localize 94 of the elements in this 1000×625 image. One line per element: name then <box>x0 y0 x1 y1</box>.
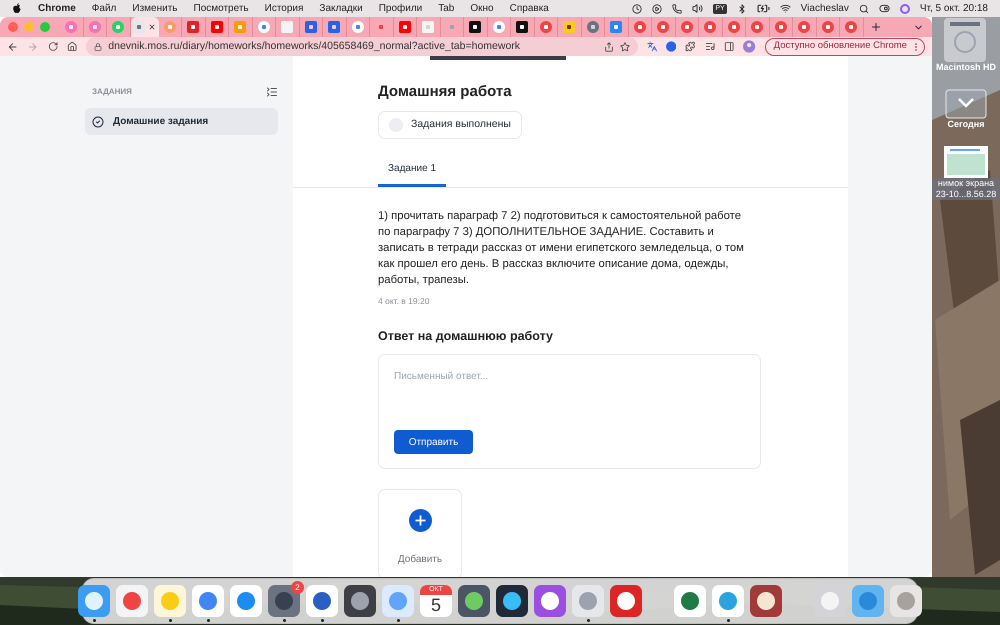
task-text: 1) прочитать параграф 7 2) подготовиться к самостоятельной работе по параграфу 7 3) ДОПОЛНИТЕЛЬНОЕ ЗАДАНИЕ. Составить и записать в тетради рассказ от имени египетского земледельца, о том как прошел его день. В рассказ включите описание дома, одежды, работы, трапезы. <box>378 208 745 288</box>
menu-item[interactable]: История <box>264 1 304 16</box>
lock-icon <box>94 42 102 50</box>
menu-clock[interactable]: Чт, 5 окт. 20:18 <box>920 1 988 16</box>
translate-icon[interactable] <box>646 41 658 52</box>
site-icon <box>610 21 622 33</box>
app-menu[interactable]: Chrome <box>38 1 76 16</box>
sidebar-item[interactable]: Домашние задания <box>85 108 278 135</box>
volume-icon[interactable] <box>692 3 704 14</box>
running-indicator <box>396 618 400 622</box>
add-label: Добавить <box>398 553 442 567</box>
site-icon <box>822 21 834 33</box>
clock-icon[interactable] <box>632 4 642 14</box>
site-icon <box>210 21 223 33</box>
site-icon <box>304 21 317 33</box>
user-name[interactable]: Viacheslav <box>800 1 849 16</box>
site-icon <box>164 21 176 33</box>
running-indicator <box>282 618 286 622</box>
running-indicator <box>92 618 96 622</box>
back-icon[interactable] <box>7 40 18 52</box>
new-tab-icon[interactable] <box>870 21 882 33</box>
tasks-done-toggle[interactable]: Задания выполнены <box>378 110 522 138</box>
task-date: 4 окт. в 19:20 <box>378 294 430 308</box>
calendar-day: 5 <box>430 594 441 614</box>
add-icon <box>408 509 432 532</box>
check-circle-icon <box>92 116 104 128</box>
menu-item[interactable]: Tab <box>438 1 454 16</box>
site-icon <box>88 21 101 33</box>
extensions-puzzle-icon[interactable] <box>685 41 696 52</box>
site-icon <box>398 21 411 33</box>
site-icon <box>133 21 145 33</box>
bookmark-star-icon[interactable] <box>620 42 630 52</box>
site-icon <box>680 21 693 33</box>
running-indicator <box>168 618 172 622</box>
site-icon <box>728 21 740 33</box>
site-icon <box>65 21 78 33</box>
site-icon <box>258 21 270 33</box>
url-text: dnevnik.mos.ru/diary/homeworks/homeworks/405658469_normal?active_tab=homework <box>108 38 520 54</box>
profile-avatar[interactable] <box>743 40 756 53</box>
site-icon <box>187 21 200 33</box>
menu-item[interactable]: Справка <box>510 1 549 16</box>
site-icon <box>704 21 716 33</box>
menu-item[interactable]: Посмотреть <box>194 1 249 16</box>
collapse-sidebar-icon[interactable] <box>266 86 278 98</box>
site-icon <box>845 21 858 33</box>
media-list-icon[interactable] <box>704 41 716 52</box>
menu-item[interactable]: Закладки <box>319 1 363 16</box>
site-icon <box>563 21 576 33</box>
site-icon <box>516 21 528 33</box>
running-indicator <box>206 618 210 622</box>
site-icon <box>586 21 599 33</box>
address-field[interactable]: dnevnik.mos.ru/diary/homeworks/homeworks/405658469_normal?active_tab=homework <box>86 37 638 56</box>
reload-icon[interactable] <box>48 41 58 52</box>
share-icon[interactable] <box>604 42 614 52</box>
answer-field[interactable]: Письменный ответ... <box>394 369 745 384</box>
site-icon <box>234 21 246 33</box>
menu-item[interactable]: Изменить <box>132 1 178 16</box>
submit-button[interactable]: Отправить <box>394 430 473 454</box>
task-tab[interactable]: Задание 1 <box>378 160 446 186</box>
site-icon <box>657 21 670 33</box>
site-icon <box>352 21 364 33</box>
site-icon <box>634 21 646 33</box>
site-icon <box>328 21 340 33</box>
bluetooth-icon[interactable] <box>736 4 747 14</box>
site-icon <box>774 21 787 33</box>
side-panel-icon[interactable] <box>724 41 734 52</box>
menu-item[interactable]: Файл <box>92 1 116 16</box>
wifi-icon[interactable] <box>780 3 791 14</box>
home-icon[interactable] <box>66 41 78 52</box>
play-icon[interactable] <box>652 4 662 14</box>
menu-item[interactable]: Профили <box>378 1 422 16</box>
running-indicator <box>586 618 590 622</box>
running-indicator <box>726 618 730 622</box>
control-center-icon[interactable] <box>878 3 890 14</box>
page-title: Домашняя работа <box>378 82 513 102</box>
phone-icon[interactable] <box>672 4 682 14</box>
answer-heading: Ответ на домашнюю работу <box>378 328 554 346</box>
menu-item[interactable]: Окно <box>470 1 494 16</box>
site-icon <box>112 21 124 33</box>
site-icon <box>422 21 434 33</box>
site-icon <box>751 21 764 33</box>
running-indicator <box>320 618 324 622</box>
site-icon <box>281 21 294 33</box>
site-icon <box>469 21 482 33</box>
notification-badge: 2 <box>291 580 304 594</box>
dock-item[interactable]: 2 <box>268 584 300 622</box>
site-icon <box>798 21 810 33</box>
search-icon[interactable] <box>858 4 869 14</box>
sidebar-heading: ЗАДАНИЯ <box>92 86 132 98</box>
site-icon <box>540 21 552 33</box>
site-icon <box>492 21 505 33</box>
close-tab-icon[interactable] <box>148 23 156 31</box>
battery-icon[interactable] <box>756 2 770 15</box>
apple-icon[interactable] <box>12 3 22 14</box>
